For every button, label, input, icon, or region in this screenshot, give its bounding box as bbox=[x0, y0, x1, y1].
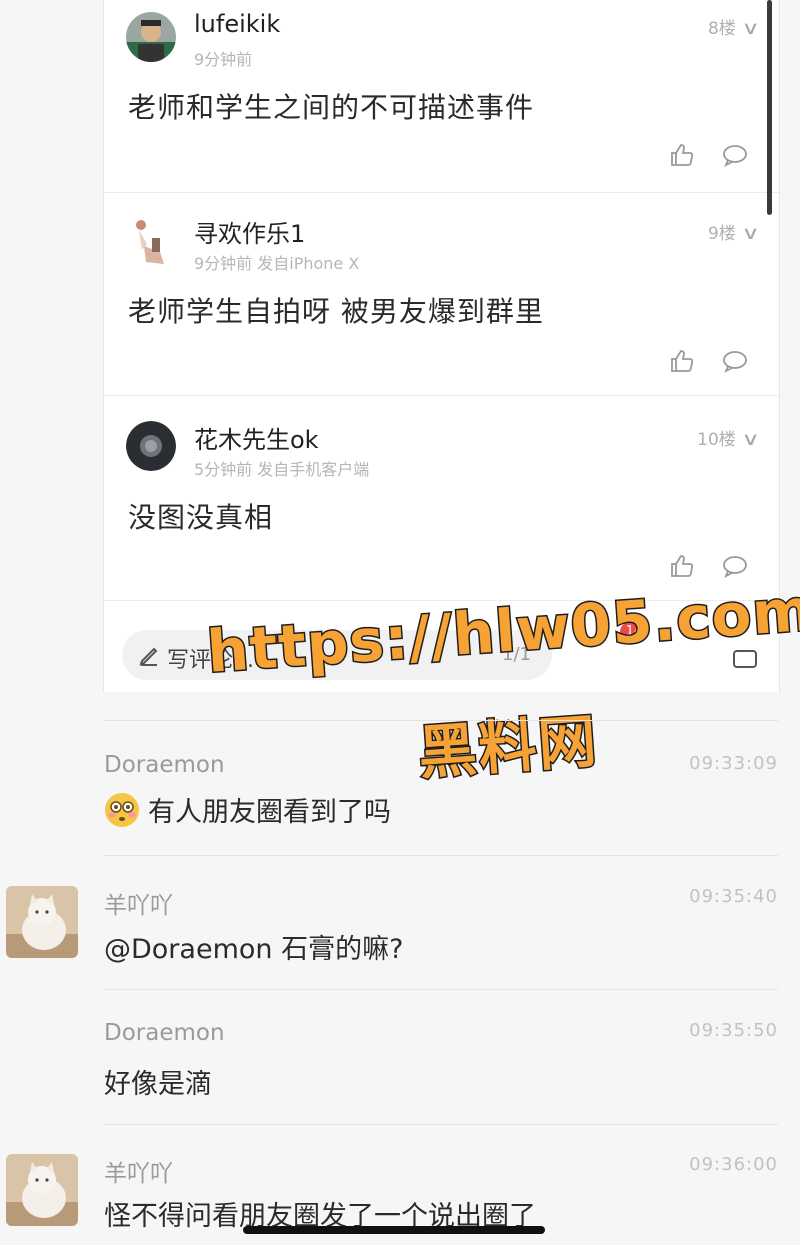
avatar-xunhuan[interactable] bbox=[126, 216, 176, 266]
message-text: 有人朋友圈看到了吗 bbox=[148, 797, 391, 828]
post-floor-10: 花木先生ok 5分钟前 发自手机客户端 10楼 ∨ 没图没真相 bbox=[104, 395, 779, 601]
message-text: 好像是滴 bbox=[104, 1069, 212, 1100]
post-floor-8: lufeikik 9分钟前 8楼 ∨ 老师和学生之间的不可描述事件 bbox=[104, 0, 779, 193]
thumbs-up-icon[interactable] bbox=[669, 142, 695, 168]
post-author[interactable]: 寻欢作乐1 bbox=[194, 214, 305, 249]
message-text: @Doraemon 石膏的嘛? bbox=[104, 934, 404, 965]
flushed-face-emoji bbox=[104, 792, 140, 835]
floor-label: 10楼 bbox=[697, 430, 736, 450]
floor-menu[interactable]: 10楼 ∨ bbox=[697, 425, 760, 450]
speech-bubble-icon[interactable] bbox=[721, 348, 749, 374]
avatar-cat[interactable] bbox=[6, 1154, 78, 1226]
sender-name[interactable]: 羊吖吖 bbox=[104, 886, 173, 920]
post-author[interactable]: 花木先生ok bbox=[194, 420, 319, 455]
post-meta: 9分钟前 bbox=[194, 50, 253, 69]
sender-name[interactable]: 羊吖吖 bbox=[104, 1154, 173, 1188]
share-icon[interactable] bbox=[732, 645, 760, 673]
floor-menu[interactable]: 8楼 ∨ bbox=[707, 14, 760, 39]
floor-label: 8楼 bbox=[707, 19, 736, 39]
post-body: 老师学生自拍呀 被男友爆到群里 bbox=[128, 295, 544, 328]
speech-bubble-icon[interactable] bbox=[721, 553, 749, 579]
speech-bubble-icon[interactable] bbox=[721, 142, 749, 168]
scrollbar-thumb[interactable] bbox=[767, 0, 772, 215]
chevron-down-icon: ∨ bbox=[741, 429, 760, 450]
sender-name[interactable]: Doraemon bbox=[104, 752, 225, 778]
post-body: 没图没真相 bbox=[128, 501, 274, 534]
post-meta: 9分钟前 发自iPhone X bbox=[194, 254, 360, 273]
chat-divider bbox=[103, 720, 778, 721]
chat-divider bbox=[103, 1124, 778, 1125]
post-actions bbox=[669, 553, 749, 579]
avatar-huamu[interactable] bbox=[126, 421, 176, 471]
thumbs-up-icon[interactable] bbox=[669, 553, 695, 579]
post-actions bbox=[669, 142, 749, 168]
avatar-lufeikik[interactable] bbox=[126, 12, 176, 62]
sender-name[interactable]: Doraemon bbox=[104, 1020, 225, 1046]
message-time: 09:35:50 bbox=[689, 1020, 778, 1041]
watermark-name: 黑料网 bbox=[415, 705, 602, 788]
home-indicator[interactable] bbox=[243, 1226, 545, 1234]
message-body: 有人朋友圈看到了吗 bbox=[104, 790, 391, 835]
message-time: 09:35:40 bbox=[689, 886, 778, 907]
post-body: 老师和学生之间的不可描述事件 bbox=[128, 91, 535, 124]
post-floor-9: 寻欢作乐1 9分钟前 发自iPhone X 9楼 ∨ 老师学生自拍呀 被男友爆到群… bbox=[104, 192, 779, 396]
chevron-down-icon: ∨ bbox=[741, 18, 760, 39]
pencil-icon bbox=[138, 645, 160, 671]
post-meta: 5分钟前 发自手机客户端 bbox=[194, 460, 370, 479]
post-actions bbox=[669, 348, 749, 374]
message-time: 09:33:09 bbox=[689, 753, 778, 774]
chat-divider bbox=[103, 989, 778, 990]
floor-label: 9楼 bbox=[707, 224, 736, 244]
floor-menu[interactable]: 9楼 ∨ bbox=[707, 219, 760, 244]
message-time: 09:36:00 bbox=[689, 1154, 778, 1175]
thumbs-up-icon[interactable] bbox=[669, 348, 695, 374]
avatar-cat[interactable] bbox=[6, 886, 78, 958]
chat-divider bbox=[103, 855, 778, 856]
post-author[interactable]: lufeikik bbox=[194, 10, 280, 38]
chevron-down-icon: ∨ bbox=[741, 223, 760, 244]
